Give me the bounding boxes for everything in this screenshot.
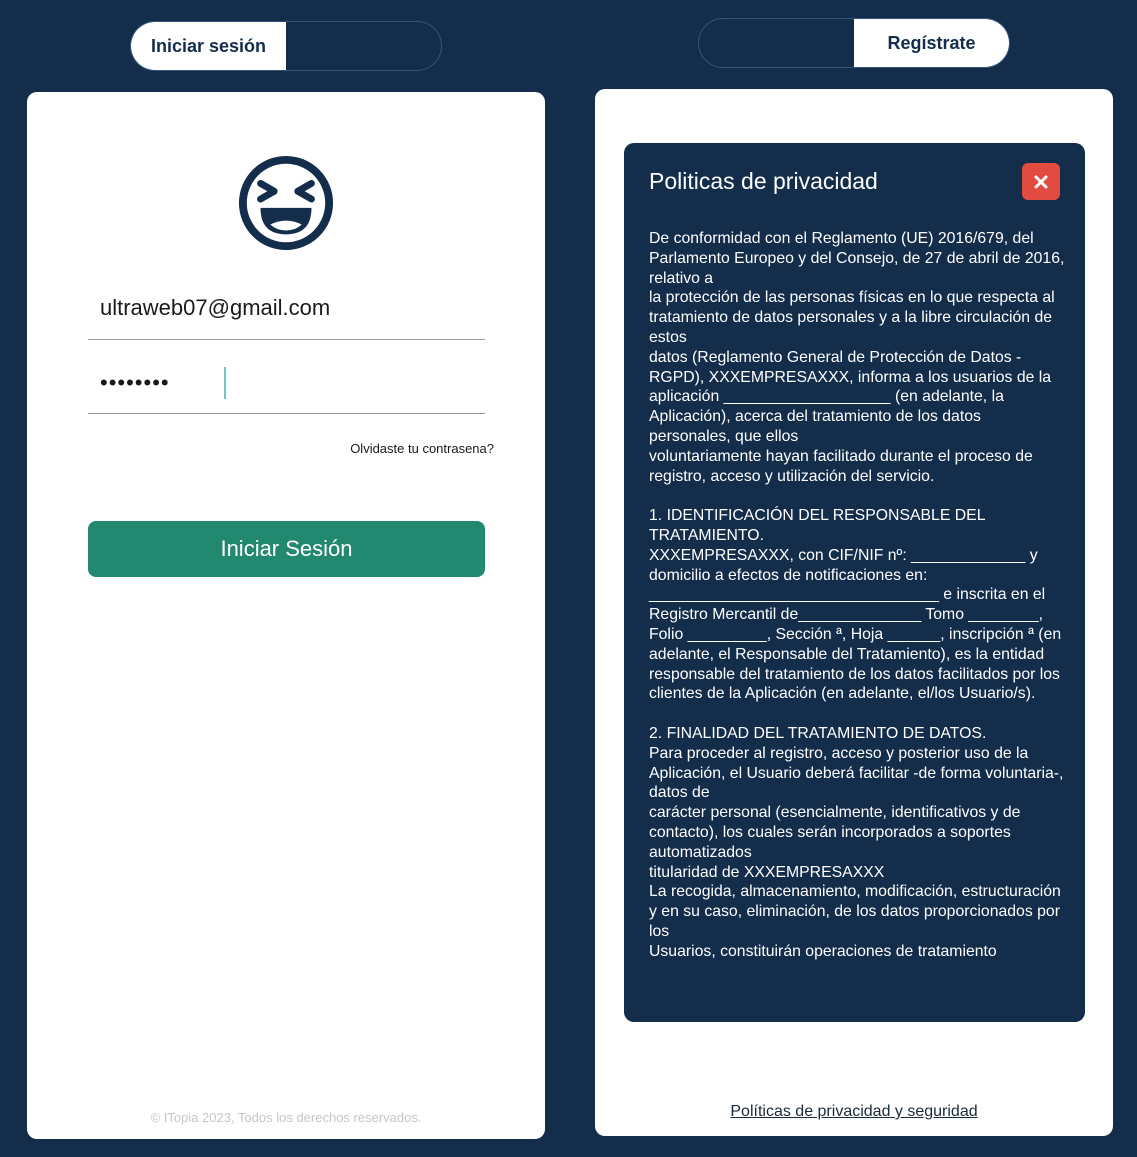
policy-paragraph: 2. FINALIDAD DEL TRATAMIENTO DE DATOS. P…: [649, 724, 1064, 960]
laughing-face-icon: [238, 155, 334, 251]
email-input[interactable]: [88, 288, 497, 328]
modal-body: De conformidad con el Reglamento (UE) 20…: [649, 229, 1065, 981]
policy-paragraph: De conformidad con el Reglamento (UE) 20…: [649, 230, 1065, 485]
email-field[interactable]: [88, 288, 497, 340]
auth-toggle-right: Regístrate: [698, 18, 1010, 68]
tab-login[interactable]: Iniciar sesión: [131, 22, 286, 70]
close-x-icon: [1034, 175, 1048, 188]
text-caret: [224, 367, 226, 399]
privacy-policy-modal: Politicas de privacidad De conformidad c…: [624, 143, 1085, 1022]
privacy-policy-link[interactable]: Políticas de privacidad y seguridad: [595, 1103, 1113, 1121]
copyright-footer: © ITopia 2023, Todos los derechos reserv…: [150, 1110, 422, 1125]
policy-paragraph: 1. IDENTIFICACIÓN DEL RESPONSABLE DEL TR…: [649, 507, 1062, 703]
login-submit-button[interactable]: Iniciar Sesión: [88, 521, 485, 577]
register-card: Politicas de privacidad De conformidad c…: [595, 89, 1113, 1136]
password-input[interactable]: ••••••••: [100, 370, 170, 396]
tab-login-inactive[interactable]: [699, 19, 854, 67]
auth-toggle-left: Iniciar sesión: [130, 21, 442, 71]
close-button[interactable]: [1022, 163, 1060, 200]
password-field[interactable]: ••••••••: [88, 362, 485, 414]
forgot-password-link[interactable]: Olvidaste tu contrasena?: [350, 441, 494, 456]
tab-register-inactive[interactable]: [286, 22, 441, 70]
modal-title: Politicas de privacidad: [649, 168, 878, 194]
tab-register[interactable]: Regístrate: [854, 19, 1009, 67]
login-card: •••••••• Olvidaste tu contrasena? Inicia…: [27, 92, 545, 1139]
